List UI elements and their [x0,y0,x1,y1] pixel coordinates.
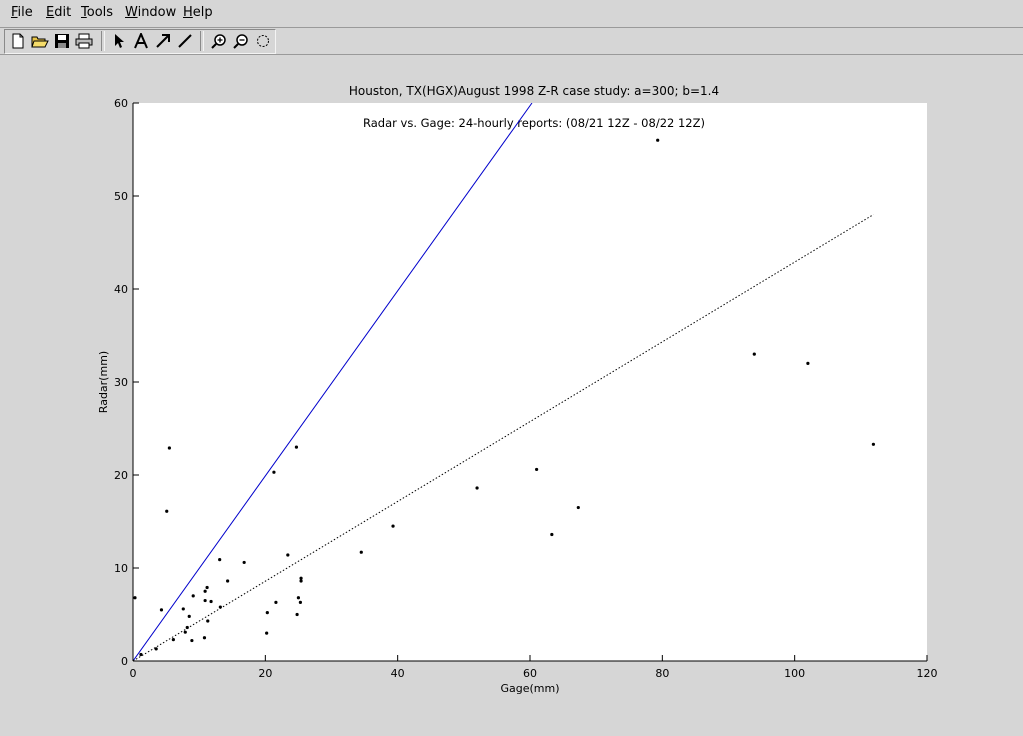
data-point [475,486,479,490]
x-axis-label: Gage(mm) [500,682,559,695]
y-tick-label: 60 [114,97,128,110]
open-folder-icon [30,36,49,47]
menu-tools[interactable]: Tools [81,5,113,20]
data-point [274,600,278,605]
data-point [202,636,207,640]
chart-title: Houston, TX(HGX)August 1998 Z-R case stu… [349,84,719,98]
data-point [242,560,246,565]
x-tick-label: 60 [523,667,537,680]
data-point [296,596,301,600]
data-point [205,585,209,590]
x-tick-label: 120 [917,667,938,680]
data-point [139,652,143,657]
menu-window[interactable]: Window [125,5,176,20]
data-point [299,579,303,583]
open-file-button[interactable] [29,30,50,51]
data-point [167,446,171,450]
zoom-in-icon [210,33,226,49]
data-point [226,579,230,583]
y-tick-label: 30 [114,376,128,389]
toolbar-separator [200,31,204,51]
x-tick-label: 100 [784,667,805,680]
data-point [299,576,303,580]
text-tool-button[interactable] [130,30,151,51]
menu-bar: File Edit Tools Window Help [0,0,1023,28]
data-point [272,470,276,474]
select-tool-button[interactable] [108,30,129,51]
data-point [391,524,395,528]
data-point [265,631,269,635]
new-file-icon [12,33,23,48]
line-tool-icon [177,33,192,48]
figure-canvas: Houston, TX(HGX)August 1998 Z-R case stu… [97,84,938,695]
data-point [576,505,580,510]
data-point [190,638,194,643]
data-point [181,607,185,611]
data-point [656,138,660,142]
save-button[interactable] [51,30,72,51]
data-point [159,608,164,612]
toolbar [0,28,1023,55]
print-icon [75,33,92,48]
x-tick-label: 20 [258,667,272,680]
y-tick-label: 20 [114,469,128,482]
data-point [871,442,876,446]
data-point [203,589,207,593]
rotate-button[interactable] [252,30,273,51]
data-point [203,598,207,603]
data-point [206,619,210,623]
data-point [294,445,299,449]
zoom-out-button[interactable] [230,30,251,51]
new-file-button[interactable] [7,30,28,51]
pointer-icon [114,33,124,48]
zoom-in-button[interactable] [208,30,229,51]
menu-file[interactable]: File [11,5,33,20]
y-tick-label: 50 [114,190,128,203]
zoom-out-icon [232,33,248,49]
data-point [171,638,175,642]
x-tick-label: 0 [130,667,137,680]
print-button[interactable] [73,30,94,51]
data-point [295,612,299,617]
data-point [752,352,756,356]
arrow-tool-button[interactable] [152,30,173,51]
arrow-tool-icon [155,33,170,48]
data-point [218,605,222,609]
data-point [187,614,191,618]
save-icon [54,33,69,48]
data-point [265,611,269,615]
chart-subtitle: Radar vs. Gage: 24-hourly reports: (08/2… [363,116,705,130]
data-point [359,550,363,554]
menu-edit[interactable]: Edit [46,5,71,20]
menu-help[interactable]: Help [183,5,213,20]
data-point [154,647,158,651]
data-point [286,553,290,557]
y-axis-label: Radar(mm) [97,351,110,413]
data-point [535,467,539,472]
data-point [550,532,554,537]
rotate-icon [256,34,269,47]
toolbar-separator [101,31,105,51]
y-tick-label: 40 [114,283,128,296]
y-tick-label: 10 [114,562,128,575]
line-tool-button[interactable] [174,30,195,51]
data-point [133,596,137,600]
data-point [185,625,189,630]
text-tool-icon [133,32,148,48]
y-tick-label: 0 [121,655,128,668]
data-point [218,558,222,562]
data-point [209,599,213,604]
x-tick-label: 40 [391,667,405,680]
x-tick-label: 80 [655,667,669,680]
data-point [298,600,303,605]
data-point [165,509,169,513]
data-point [183,630,187,634]
data-point [191,594,195,598]
axes-background [133,103,927,661]
data-point [806,361,810,365]
